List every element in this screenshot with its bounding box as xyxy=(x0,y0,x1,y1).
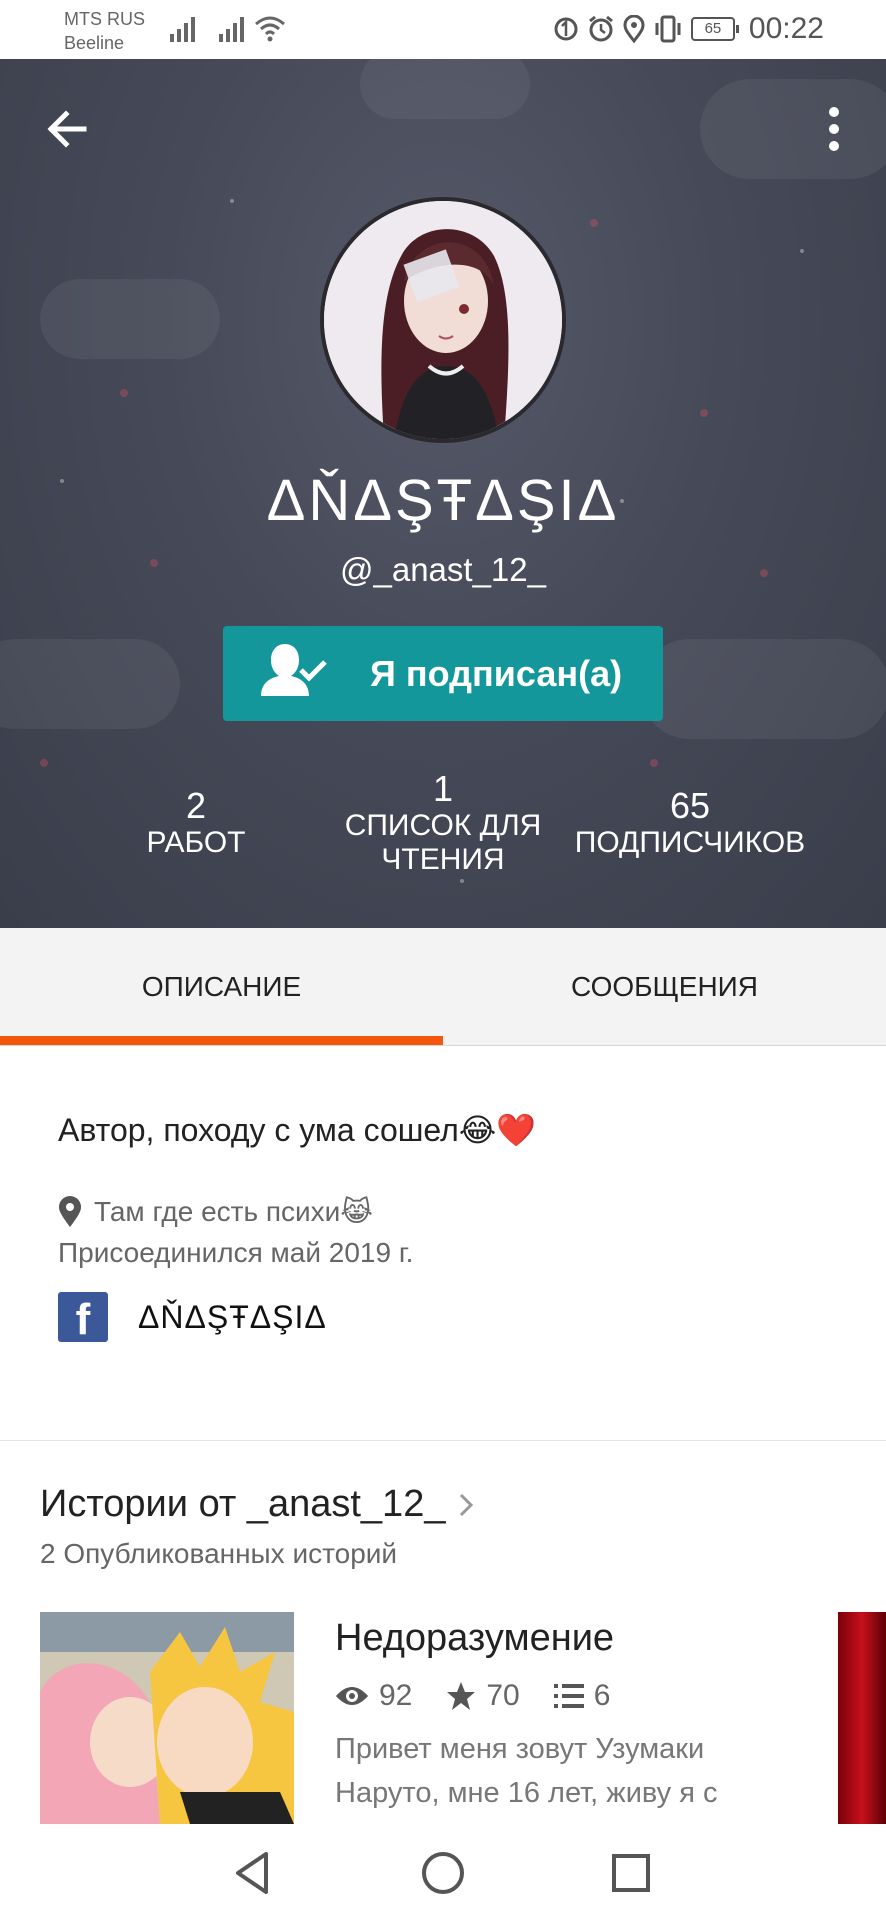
navigation-bar xyxy=(0,1824,886,1920)
story-stats: 92 70 6 xyxy=(335,1679,644,1713)
next-story-cover[interactable] xyxy=(838,1612,886,1824)
clock: 00:22 xyxy=(748,12,824,45)
carrier-2: Beeline xyxy=(64,33,125,53)
location-row: Там где есть психи😹 xyxy=(58,1195,373,1228)
location-text: Там где есть психи😹 xyxy=(94,1196,374,1227)
story-description: Привет меня зовут Узумаки Наруто, мне 16… xyxy=(335,1733,718,1809)
username: @_anast_12_ xyxy=(340,551,546,588)
stories-header[interactable]: Истории от _anast_12_ xyxy=(40,1483,474,1526)
stat-followers[interactable]: 65 ПОДПИСЧИКОВ xyxy=(566,786,814,860)
story-votes: 70 xyxy=(446,1679,520,1713)
story-cover[interactable] xyxy=(40,1612,294,1824)
joined-date: Присоединился май 2019 г. xyxy=(58,1237,414,1268)
status-icons: 65 00:22 xyxy=(553,12,824,46)
facebook-icon: f xyxy=(58,1292,108,1344)
data-saver-icon xyxy=(554,17,578,41)
chevron-right-icon xyxy=(460,1493,474,1516)
stat-reading-lists[interactable]: 1 СПИСОК ДЛЯ ЧТЕНИЯ xyxy=(340,769,546,877)
follow-button[interactable]: Я подписан(а) xyxy=(223,626,663,721)
carrier-1: MTS RUS xyxy=(64,9,145,29)
signal-2-icon xyxy=(219,17,244,42)
location-pin-icon xyxy=(59,1195,81,1227)
stat-works[interactable]: 2 РАБОТ xyxy=(116,786,276,860)
tab-description[interactable]: ОПИСАНИЕ xyxy=(0,928,443,1046)
stat-reading-lists-label: СПИСОК ДЛЯ ЧТЕНИЯ xyxy=(344,809,542,876)
section-divider xyxy=(0,1440,886,1441)
story-title[interactable]: Недоразумение xyxy=(335,1617,614,1660)
stat-reading-lists-value: 1 xyxy=(432,768,454,809)
star-icon xyxy=(447,1682,476,1710)
alarm-icon xyxy=(588,15,613,42)
facebook-name: ΔŇΔŞŦΔŞIΔ xyxy=(138,1298,327,1335)
location-icon xyxy=(623,15,645,43)
tab-messages[interactable]: СООБЩЕНИЯ xyxy=(443,928,886,1046)
profile-header: ΔŇΔŞŦΔŞIΔ @_anast_12_ Я подписан(а) 2 РА… xyxy=(0,59,886,928)
avatar[interactable] xyxy=(320,197,566,443)
story-votes-count: 70 xyxy=(486,1679,520,1712)
signal-1-icon xyxy=(170,17,195,42)
follow-button-label: Я подписан(а) xyxy=(370,653,623,694)
wifi-icon xyxy=(255,16,285,42)
more-options-icon[interactable] xyxy=(822,104,846,154)
nav-recents-icon[interactable] xyxy=(604,1846,658,1900)
eye-icon xyxy=(336,1687,368,1705)
list-icon xyxy=(553,1684,584,1708)
display-name: ΔŇΔŞŦΔŞIΔ xyxy=(266,468,620,533)
active-tab-indicator xyxy=(0,1036,443,1045)
story-reads-count: 92 xyxy=(379,1679,413,1712)
stories-count: 2 Опубликованных историй xyxy=(40,1538,398,1569)
story-reads: 92 xyxy=(335,1679,412,1713)
nav-back-icon[interactable] xyxy=(226,1846,280,1900)
back-arrow-icon[interactable] xyxy=(44,104,94,154)
carrier-info: MTS RUS Beeline xyxy=(64,7,145,55)
status-bar: MTS RUS Beeline 65 00:22 xyxy=(0,0,886,59)
story-parts-count: 6 xyxy=(593,1679,611,1712)
profile-tabs: ОПИСАНИЕ СООБЩЕНИЯ xyxy=(0,928,886,1046)
facebook-link[interactable]: f ΔŇΔŞŦΔŞIΔ xyxy=(58,1292,327,1344)
stat-works-value: 2 xyxy=(185,785,207,826)
stat-followers-label: ПОДПИСЧИКОВ xyxy=(574,826,806,859)
nav-home-icon[interactable] xyxy=(416,1846,470,1900)
user-check-icon xyxy=(261,644,327,696)
story-cover-image xyxy=(40,1612,294,1824)
story-parts: 6 xyxy=(553,1679,611,1713)
bio-text: Автор, походу с ума сошел😂❤️ xyxy=(58,1112,537,1148)
stat-followers-value: 65 xyxy=(669,785,711,826)
avatar-image xyxy=(324,201,562,439)
description-section: Автор, походу с ума сошел😂❤️ Там где ест… xyxy=(0,1047,886,1440)
stat-works-label: РАБОТ xyxy=(146,826,246,859)
vibrate-icon xyxy=(655,15,681,43)
stories-title: Истории от _anast_12_ xyxy=(40,1483,446,1525)
battery-icon: 65 xyxy=(690,17,739,41)
